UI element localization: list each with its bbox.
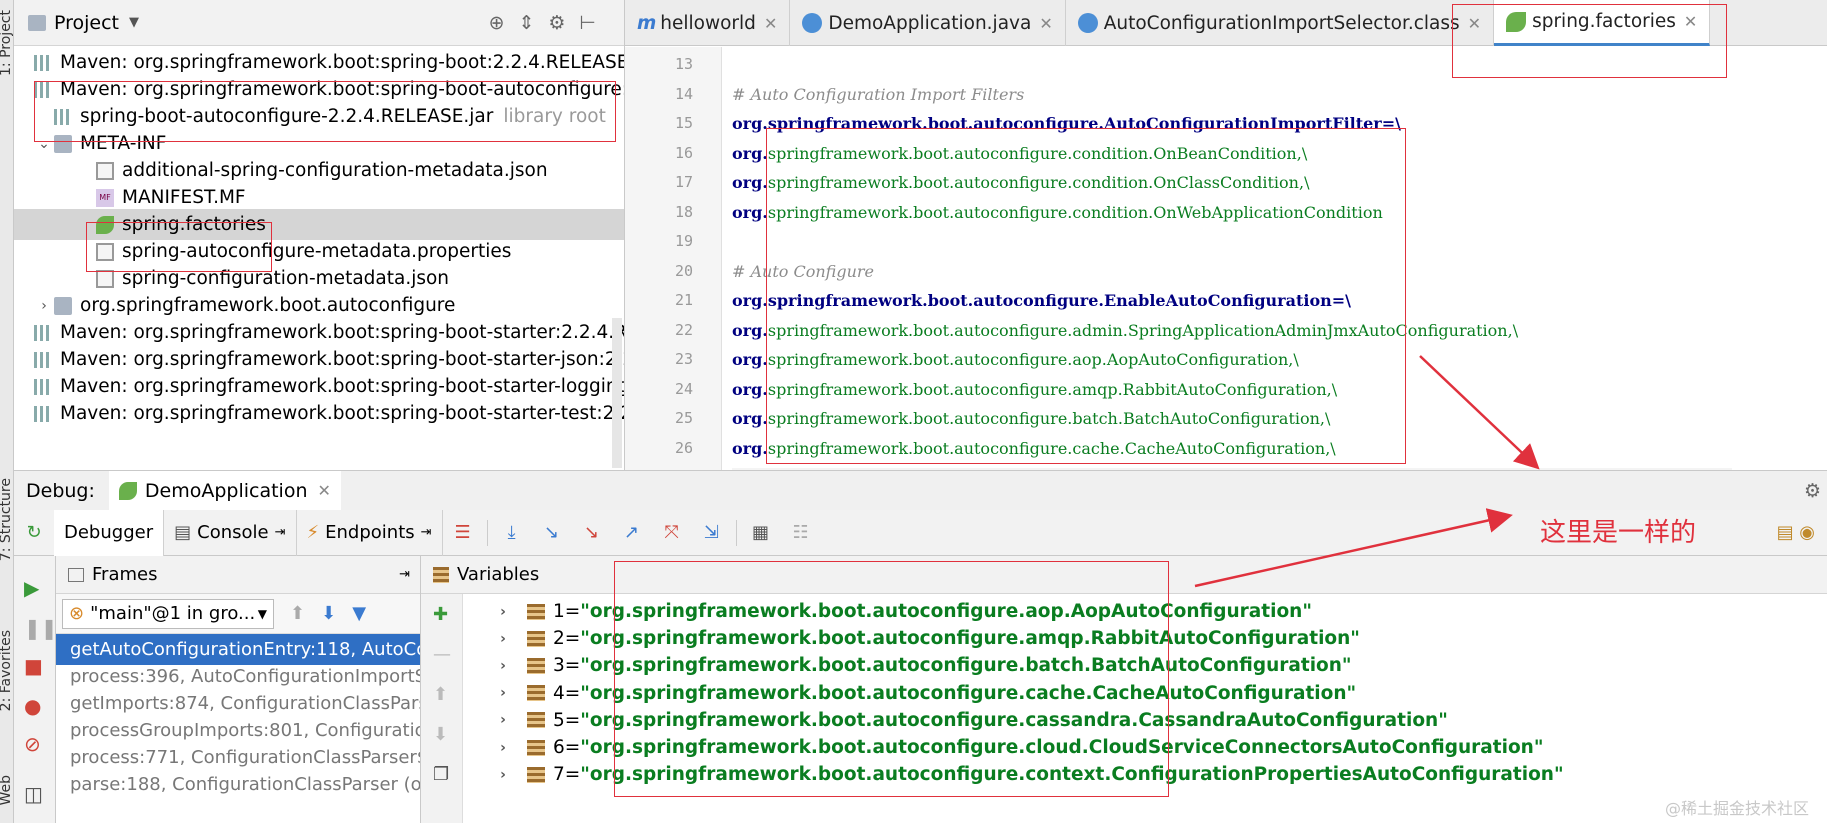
arrow-to-code (1419, 355, 1540, 470)
arrow-to-variables (1194, 508, 1513, 588)
watermark: @稀土掘金技术社区 (1665, 799, 1810, 818)
annotation-note: 这里是一样的 (1540, 518, 1697, 548)
annotation-arrows (1194, 355, 1540, 588)
